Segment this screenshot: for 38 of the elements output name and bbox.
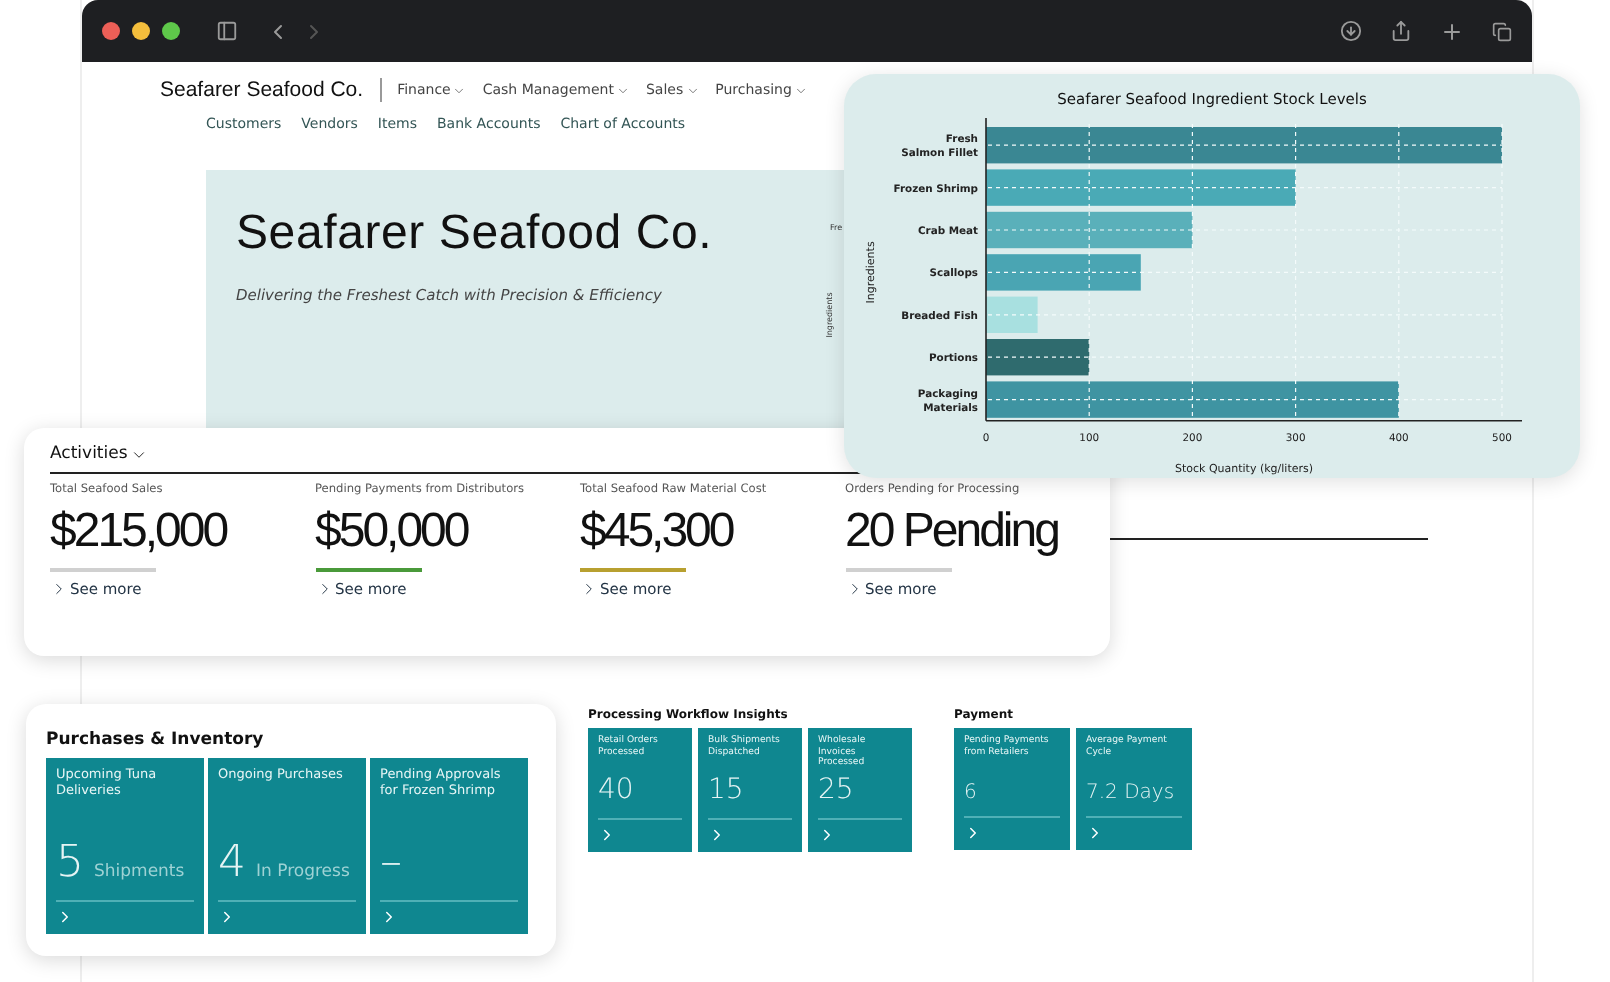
- tile-value: 7.2 Days: [1086, 782, 1175, 804]
- section-title: Purchases & Inventory: [46, 730, 266, 750]
- chevron-right-icon[interactable]: [56, 908, 74, 926]
- metric-value: $45,300: [580, 504, 736, 560]
- tabs-icon[interactable]: [1492, 21, 1512, 41]
- chart-bar: [986, 339, 1090, 376]
- tile-value: 40: [598, 774, 634, 806]
- download-icon[interactable]: [1340, 20, 1362, 42]
- chevron-right-icon[interactable]: [598, 826, 616, 844]
- chevron-right-icon[interactable]: [218, 908, 236, 926]
- chevron-right-icon[interactable]: [708, 826, 726, 844]
- metric-value: $50,000: [315, 504, 471, 560]
- metric-value: $215,000: [50, 504, 230, 560]
- maximize-icon[interactable]: [162, 22, 180, 40]
- tile-unit: In Progress: [256, 862, 350, 882]
- share-icon[interactable]: [1390, 20, 1412, 42]
- chevron-right-icon[interactable]: [50, 580, 68, 598]
- chevron-right-icon[interactable]: [580, 580, 598, 598]
- tile-value: 25: [818, 774, 854, 806]
- chevron-right-icon[interactable]: [1086, 824, 1104, 842]
- tile-value: 15: [708, 774, 744, 806]
- chevron-right-icon[interactable]: [818, 826, 836, 844]
- close-icon[interactable]: [102, 22, 120, 40]
- tile-unit: Shipments: [94, 862, 185, 882]
- metric-value: 20 Pending: [845, 504, 1060, 560]
- chevron-right-icon[interactable]: [964, 824, 982, 842]
- tile-value: 4: [218, 838, 246, 888]
- sidebar-icon[interactable]: [216, 20, 238, 42]
- tile-value: 5: [56, 838, 84, 888]
- brand-name[interactable]: Seafarer Seafood Co.: [160, 78, 382, 102]
- chevron-right-icon[interactable]: [380, 908, 398, 926]
- activities-dropdown[interactable]: Activities: [50, 444, 148, 464]
- tile-value: –: [380, 838, 402, 888]
- chart-bar: [986, 296, 1038, 333]
- plus-icon[interactable]: [1440, 19, 1464, 43]
- minimize-icon[interactable]: [132, 22, 150, 40]
- tile-value: 6: [964, 782, 977, 804]
- hero-title: Seafarer Seafood Co.: [236, 206, 713, 262]
